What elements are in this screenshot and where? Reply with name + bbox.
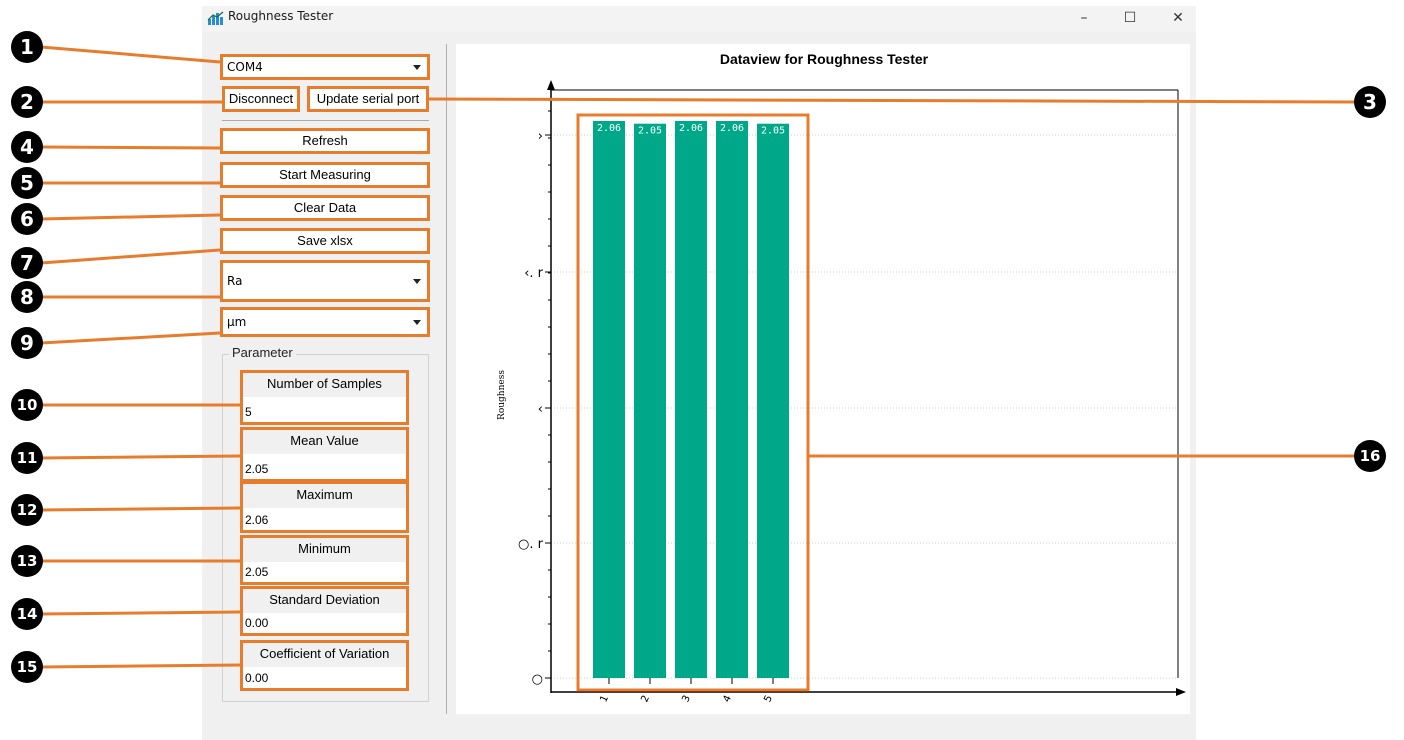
serial-port-select[interactable]: COM4 <box>220 54 430 80</box>
field-value[interactable]: 2.05 <box>245 565 268 579</box>
callout-badge: 9 <box>11 327 43 359</box>
update-serial-port-button[interactable]: Update serial port <box>307 86 429 112</box>
field-value[interactable]: 0.00 <box>245 616 268 630</box>
callout-badge: 5 <box>11 167 43 199</box>
field-value[interactable]: 2.05 <box>245 462 268 476</box>
disconnect-button[interactable]: Disconnect <box>222 86 300 112</box>
divider <box>222 120 429 121</box>
callout-line <box>40 45 221 64</box>
callout-badge: 14 <box>11 598 43 630</box>
serial-port-value: COM4 <box>227 60 263 74</box>
field-value[interactable]: 2.06 <box>245 513 268 527</box>
field-label: Maximum <box>243 484 406 508</box>
callout-badge: 6 <box>11 203 43 235</box>
callout-badge: 16 <box>1354 440 1386 472</box>
field-label: Number of Samples <box>243 373 406 397</box>
callout-badge: 2 <box>11 86 43 118</box>
field-label: Coefficient of Variation <box>243 643 406 667</box>
save-xlsx-button[interactable]: Save xlsx <box>220 228 430 254</box>
field-value[interactable]: 0.00 <box>245 671 268 685</box>
callout-badge: 12 <box>11 494 43 526</box>
refresh-button[interactable]: Refresh <box>220 128 430 154</box>
minimum-field: Minimum 2.05 <box>240 535 409 585</box>
title-bar <box>202 6 1196 32</box>
callout-badge: 4 <box>11 131 43 163</box>
callout-badge: 8 <box>11 281 43 313</box>
clear-data-button[interactable]: Clear Data <box>220 195 430 221</box>
callout-line <box>40 248 221 265</box>
callout-line <box>40 331 221 345</box>
callout-badge: 7 <box>11 247 43 279</box>
maximum-field: Maximum 2.06 <box>240 481 409 533</box>
coefficient-of-variation-field: Coefficient of Variation 0.00 <box>240 640 409 691</box>
maximize-button[interactable]: ☐ <box>1110 6 1150 30</box>
chart-panel <box>456 44 1190 714</box>
parameter-group-title: Parameter <box>229 345 296 360</box>
mean-value-field: Mean Value 2.05 <box>240 427 409 482</box>
chevron-down-icon <box>413 65 421 70</box>
chevron-down-icon <box>413 279 421 284</box>
callout-badge: 11 <box>11 442 43 474</box>
close-button[interactable]: ✕ <box>1158 6 1198 30</box>
callout-line <box>40 213 221 221</box>
standard-deviation-field: Standard Deviation 0.00 <box>240 586 409 636</box>
callout-badge: 15 <box>11 651 43 683</box>
field-label: Standard Deviation <box>243 589 406 613</box>
splitter[interactable] <box>446 44 447 714</box>
unit-value: µm <box>227 315 247 329</box>
field-label: Minimum <box>243 538 406 562</box>
chevron-down-icon <box>413 320 421 325</box>
callout-badge: 1 <box>11 31 43 63</box>
window-title: Roughness Tester <box>228 9 334 23</box>
roughness-parameter-select[interactable]: Ra <box>220 260 430 302</box>
callout-badge: 10 <box>11 389 43 421</box>
callout-badge: 3 <box>1354 86 1386 118</box>
app-chart-icon <box>207 11 224 25</box>
unit-select[interactable]: µm <box>220 307 430 337</box>
callout-badge: 13 <box>11 545 43 577</box>
number-of-samples-field: Number of Samples 5 <box>240 370 409 425</box>
minimize-button[interactable]: – <box>1064 6 1104 30</box>
start-measuring-button[interactable]: Start Measuring <box>220 162 430 188</box>
callout-line <box>40 145 221 150</box>
roughness-parameter-value: Ra <box>227 274 243 288</box>
field-value[interactable]: 5 <box>245 405 252 419</box>
field-label: Mean Value <box>243 430 406 454</box>
